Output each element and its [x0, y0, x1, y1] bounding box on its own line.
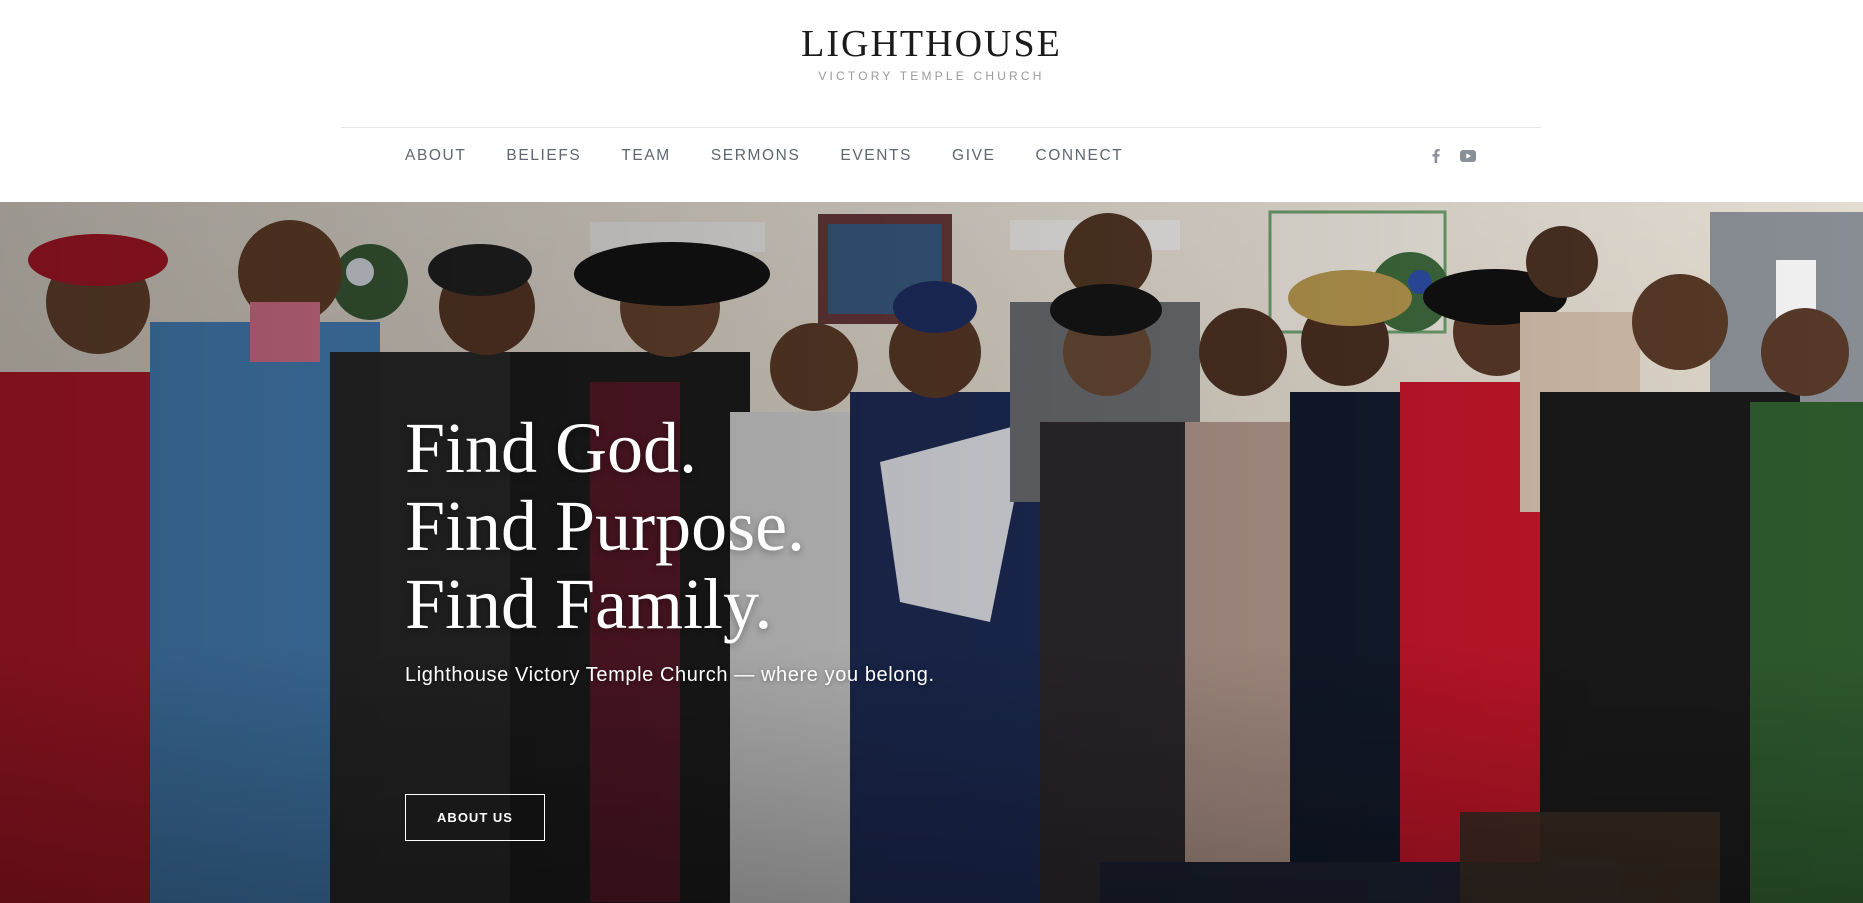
- about-us-button[interactable]: ABOUT US: [405, 794, 545, 841]
- nav-item-connect[interactable]: CONNECT: [1035, 146, 1123, 166]
- hero-section: Find God. Find Purpose. Find Family. Lig…: [0, 202, 1863, 903]
- nav-item-beliefs[interactable]: BELIEFS: [506, 146, 581, 166]
- hero-subtitle: Lighthouse Victory Temple Church — where…: [405, 664, 935, 686]
- brand-title[interactable]: LIGHTHOUSE: [0, 22, 1863, 66]
- hero-headline-line-1: Find God.: [405, 408, 698, 488]
- hero-headline-line-2: Find Purpose.: [405, 486, 806, 566]
- brand[interactable]: LIGHTHOUSE VICTORY TEMPLE CHURCH: [0, 22, 1863, 84]
- brand-subtitle: VICTORY TEMPLE CHURCH: [818, 69, 1045, 83]
- hero-headline-line-3: Find Family.: [405, 564, 773, 644]
- nav-item-team[interactable]: TEAM: [621, 146, 670, 166]
- nav-item-events[interactable]: EVENTS: [840, 146, 912, 166]
- hero-content: Find God. Find Purpose. Find Family. Lig…: [405, 409, 1125, 691]
- site-header: LIGHTHOUSE VICTORY TEMPLE CHURCH ABOUT B…: [0, 0, 1863, 202]
- nav-item-sermons[interactable]: SERMONS: [711, 146, 801, 166]
- facebook-icon[interactable]: [1428, 146, 1444, 166]
- nav-divider: [341, 127, 1541, 128]
- nav-item-about[interactable]: ABOUT: [405, 146, 466, 166]
- main-nav: ABOUT BELIEFS TEAM SERMONS EVENTS GIVE C…: [405, 146, 1163, 166]
- youtube-icon[interactable]: [1460, 146, 1476, 166]
- nav-item-give[interactable]: GIVE: [952, 146, 995, 166]
- social-links: [1428, 146, 1476, 166]
